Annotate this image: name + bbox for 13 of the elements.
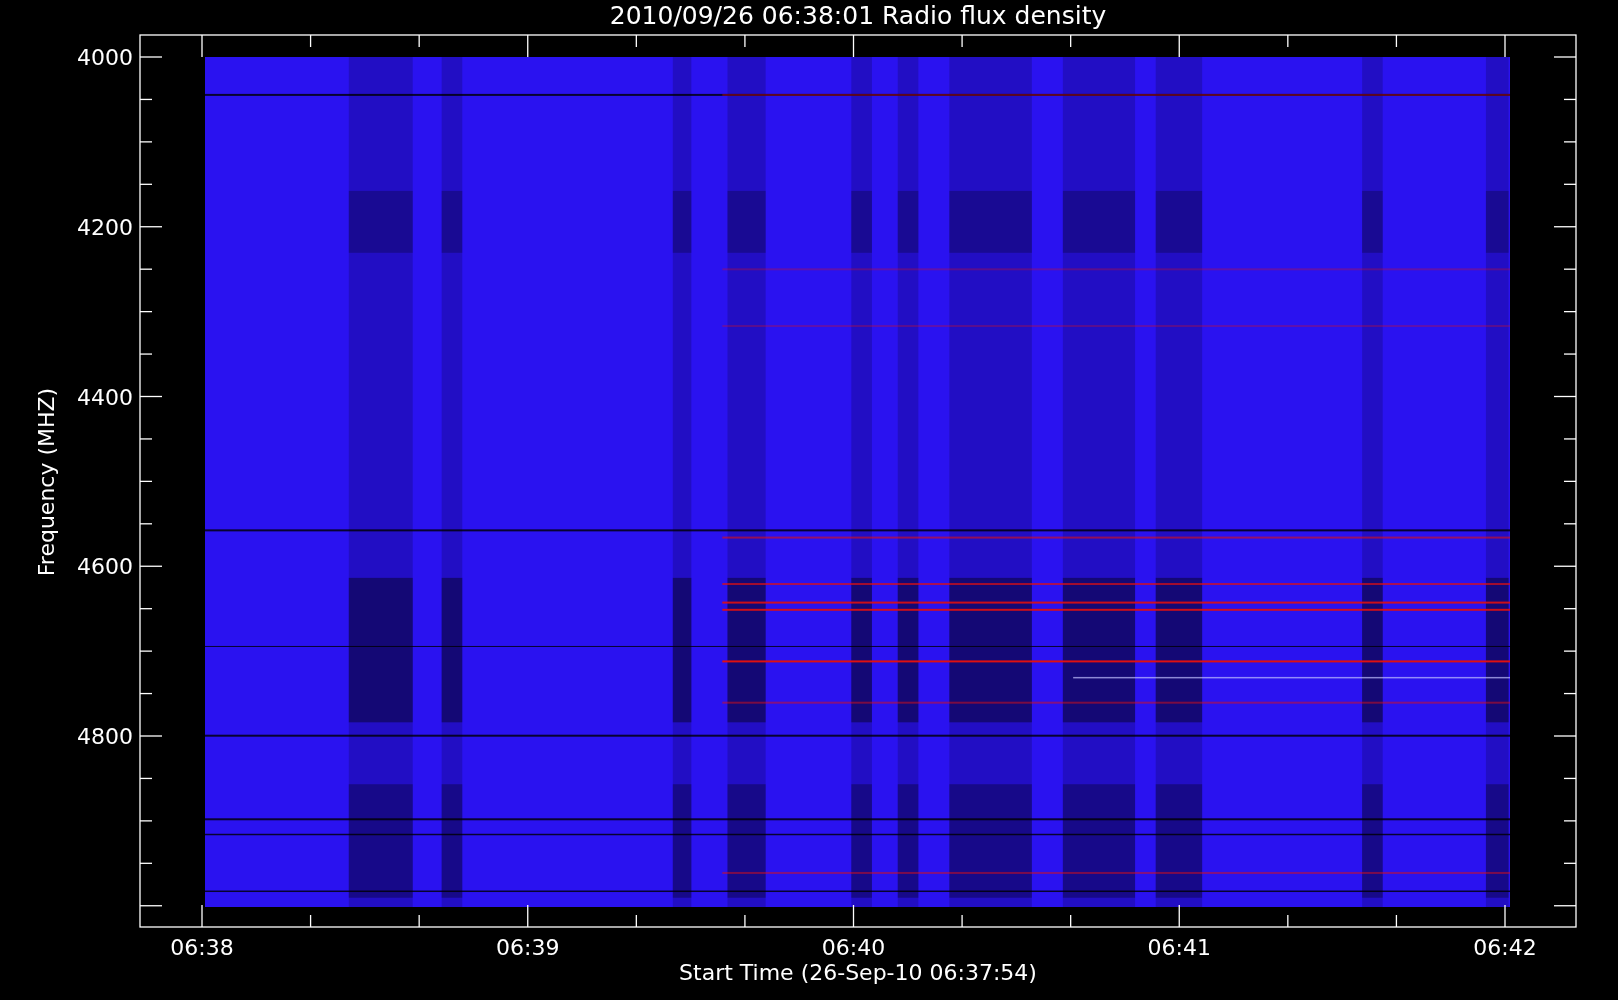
- tick-label: 06:42: [1473, 935, 1537, 960]
- chart-title: 2010/09/26 06:38:01 Radio flux density: [609, 1, 1107, 30]
- tick-label: 06:41: [1147, 935, 1211, 960]
- tick-label: 4600: [77, 554, 133, 580]
- axis-label: Frequency (MHZ): [34, 387, 59, 577]
- tick-label: 4200: [77, 214, 133, 240]
- tick-label: 4000: [77, 45, 133, 70]
- axis-label: Start Time (26-Sep-10 06:37:54): [679, 960, 1037, 985]
- tick-label: 4800: [77, 724, 133, 749]
- tick-label: 06:40: [821, 935, 886, 960]
- tick-label: 06:38: [170, 935, 234, 960]
- tick-label: 4400: [77, 384, 133, 410]
- tick-label: 06:39: [496, 935, 560, 960]
